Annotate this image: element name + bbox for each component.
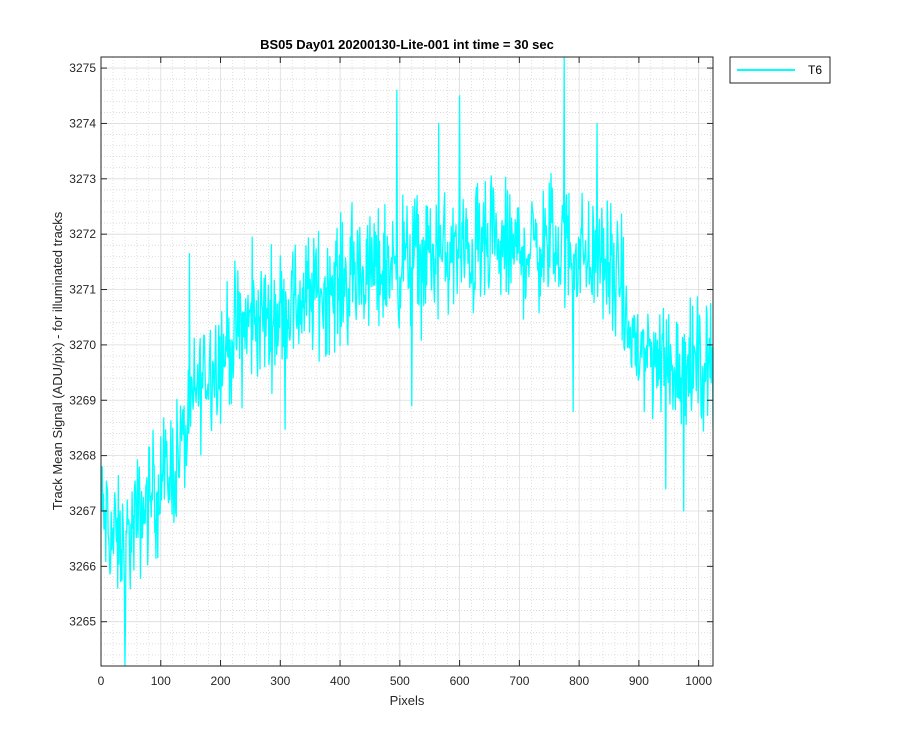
y-tick-label: 3274 [69,116,96,130]
y-tick-label: 3273 [69,172,96,186]
x-tick-label: 800 [569,674,589,688]
plot-area [101,57,713,666]
x-axis-title: Pixels [390,693,425,708]
y-tick-label: 3267 [69,504,96,518]
x-tick-label: 400 [330,674,350,688]
x-tick-label: 0 [98,674,105,688]
line-chart: 0 100 200 300 400 500 600 700 800 900 1000 3265 326… [0,0,900,750]
y-tick-label: 3272 [69,227,96,241]
y-tick-label: 3271 [69,283,96,297]
y-tick-label: 3265 [69,615,96,629]
y-tick-label: 3266 [69,559,96,573]
x-tick-label: 100 [151,674,171,688]
x-tick-label: 600 [450,674,470,688]
legend: T6 [729,56,831,84]
chart-title: BS05 Day01 20200130-Lite-001 int time = … [260,37,554,52]
x-tick-label: 300 [270,674,290,688]
x-tick-label: 200 [211,674,231,688]
y-axis-title: Track Mean Signal (ADU/pix) - for illumi… [50,211,65,510]
x-tick-label: 1000 [685,674,712,688]
x-tick-label: 900 [629,674,649,688]
y-tick-label: 3270 [69,338,96,352]
legend-label-t6: T6 [808,63,822,77]
x-tick-label: 500 [390,674,410,688]
x-tick-label: 700 [509,674,529,688]
y-tick-label: 3268 [69,449,96,463]
y-tick-label: 3275 [69,61,96,75]
y-tick-label: 3269 [69,393,96,407]
